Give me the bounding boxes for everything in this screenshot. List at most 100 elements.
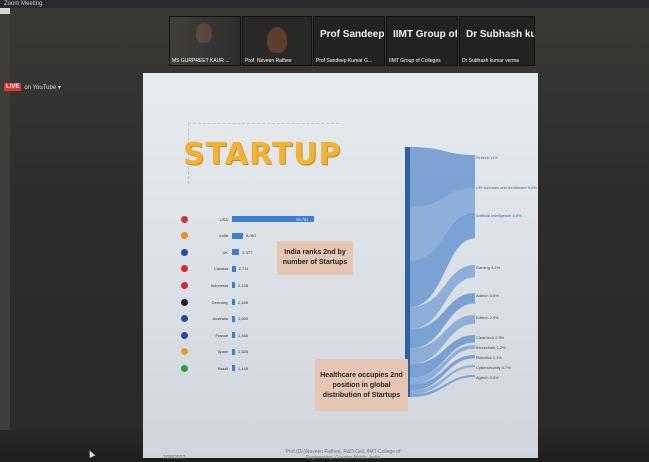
sector-value: 3.5%	[489, 293, 499, 298]
sector-name: Artificial Intelligence	[476, 213, 513, 218]
shared-slide: STARTUP USA 59,761 India 8,061 UK 5,377 Canada…	[143, 73, 538, 461]
participant-tile-1[interactable]: MS GURPREET KAUR ...	[169, 16, 241, 66]
live-destination-dropdown[interactable]: on YouTube ▾	[24, 84, 61, 91]
participant-name: Prof. Naveen Rathee	[245, 58, 292, 64]
flag-icon	[181, 331, 188, 339]
sector-value: 1.1%	[492, 355, 502, 360]
sector-label: Life sciences and healthcare 9.8%	[476, 185, 537, 190]
flag-icon	[181, 348, 188, 356]
sector-label: Fintech 11%	[476, 155, 498, 160]
flag-icon	[181, 232, 188, 240]
slide-credit: Prof.(Dr.)Naveen Rathee, R&D Cell, IIMT …	[285, 449, 401, 461]
country-value: 8,061	[246, 233, 257, 239]
country-value: 1,460	[238, 332, 249, 338]
country-bar	[232, 365, 235, 372]
sector-label: Edtech 2.9%	[476, 315, 499, 320]
flag-icon	[181, 281, 188, 289]
country-bar-row: Spain 1,326	[181, 347, 248, 357]
country-bar-row: India 8,061	[181, 231, 256, 241]
country-value: 2,196	[238, 282, 249, 288]
sector-name: Life sciences and healthcare	[476, 185, 528, 190]
sector-name: Robotics	[476, 355, 493, 360]
country-bar-row: France 1,460	[181, 330, 248, 340]
sector-name: Cybersecurity	[476, 365, 502, 370]
sector-label: Cybersecurity 0.7%	[476, 365, 511, 370]
country-bar	[232, 232, 244, 239]
callout-healthcare: Healthcare occupies 2nd position in glob…	[315, 359, 408, 411]
country-name: Spain	[217, 349, 228, 355]
sector-value: 2.5%	[495, 335, 505, 340]
sector-label: Cleantech 2.5%	[476, 335, 504, 340]
country-name: USA	[219, 216, 228, 222]
country-value: 2,711	[238, 266, 249, 272]
participant-tile-3[interactable]: Prof Sandeep K... Prof Sandeep Kumar G..…	[313, 16, 385, 66]
sector-value: 11%	[490, 155, 498, 160]
slide-date: 2/28/2022	[163, 455, 186, 461]
sector-label: Blockchain 1.2%	[476, 345, 506, 350]
flag-icon	[181, 298, 188, 306]
participant-name: MS GURPREET KAUR ...	[172, 58, 230, 64]
flag-icon	[181, 215, 188, 223]
sector-sankey-chart	[405, 147, 475, 397]
country-bar	[232, 282, 236, 289]
country-bar	[232, 265, 236, 272]
sector-label: Gaming 4.1%	[476, 265, 500, 270]
participant-tile-4[interactable]: IIMT Group of C... IIMT Group of College…	[386, 16, 458, 66]
flag-icon	[181, 248, 188, 256]
window-title: Zoom Meeting	[4, 1, 43, 7]
country-value: 5,377	[242, 249, 253, 255]
live-stream-indicator[interactable]: LIVE on YouTube ▾	[4, 83, 61, 91]
flag-icon	[181, 364, 188, 372]
country-value: 1,653	[238, 316, 249, 322]
live-badge: LIVE	[4, 83, 22, 91]
country-name: Germany	[211, 299, 228, 305]
country-bar-row: UK 5,377	[181, 247, 252, 257]
participant-display-name: IIMT Group of C...	[393, 29, 458, 40]
sector-name: Agtech	[476, 375, 490, 380]
sector-value: 8.5%	[512, 213, 522, 218]
sector-name: Adtech	[476, 293, 490, 298]
sector-label: Robotics 1.1%	[476, 355, 502, 360]
sector-name: Fintech	[476, 155, 491, 160]
country-name: Indonesia	[210, 282, 228, 288]
sector-value: 0.5%	[489, 375, 499, 380]
participant-tile-2[interactable]: Prof. Naveen Rathee	[242, 16, 312, 66]
country-bar-row: Germany 2,158	[181, 297, 248, 307]
country-bar	[232, 299, 235, 305]
sector-label: Adtech 3.5%	[476, 293, 499, 298]
sector-value: 1.2%	[496, 345, 506, 350]
flag-icon	[181, 315, 188, 323]
participant-name: Dr Subhash kumar verma	[462, 58, 519, 64]
country-name: Australia	[212, 316, 228, 322]
country-bar	[232, 249, 240, 256]
participant-tile-5[interactable]: Dr Subhash ku... Dr Subhash kumar verma	[459, 16, 535, 66]
country-value: 59,761	[296, 216, 309, 222]
sector-value: 0.7%	[501, 365, 511, 370]
country-bar	[232, 315, 235, 322]
sector-name: Gaming	[476, 265, 492, 270]
country-name: India	[219, 233, 228, 239]
country-bar-row: Canada 2,711	[181, 264, 248, 274]
country-value: 1,149	[238, 365, 249, 371]
sector-value: 4.1%	[491, 265, 501, 270]
country-bar-row: Indonesia 2,196	[181, 280, 248, 290]
country-bar	[232, 332, 235, 339]
country-bar-row: Brazil 1,149	[181, 363, 248, 373]
sector-name: Edtech	[476, 315, 490, 320]
country-name: Canada	[213, 266, 228, 272]
sector-value: 2.9%	[489, 315, 499, 320]
participant-name: IIMT Group of Colleges	[389, 58, 441, 64]
sector-label: Agtech 0.5%	[476, 375, 499, 380]
country-bar-row: USA 59,761	[181, 214, 314, 224]
participant-video	[267, 27, 287, 53]
callout-india: India ranks 2nd by number of Startups	[277, 241, 353, 275]
window-title-bar: Zoom Meeting	[0, 0, 649, 8]
flag-icon	[181, 265, 188, 273]
country-name: UK	[222, 249, 228, 255]
country-name: Brazil	[217, 365, 228, 371]
participant-display-name: Prof Sandeep K...	[320, 29, 385, 40]
sector-value: 9.8%	[527, 185, 537, 190]
participant-name: Prof Sandeep Kumar G...	[316, 58, 373, 64]
country-bar	[232, 348, 235, 355]
country-name: France	[215, 332, 228, 338]
